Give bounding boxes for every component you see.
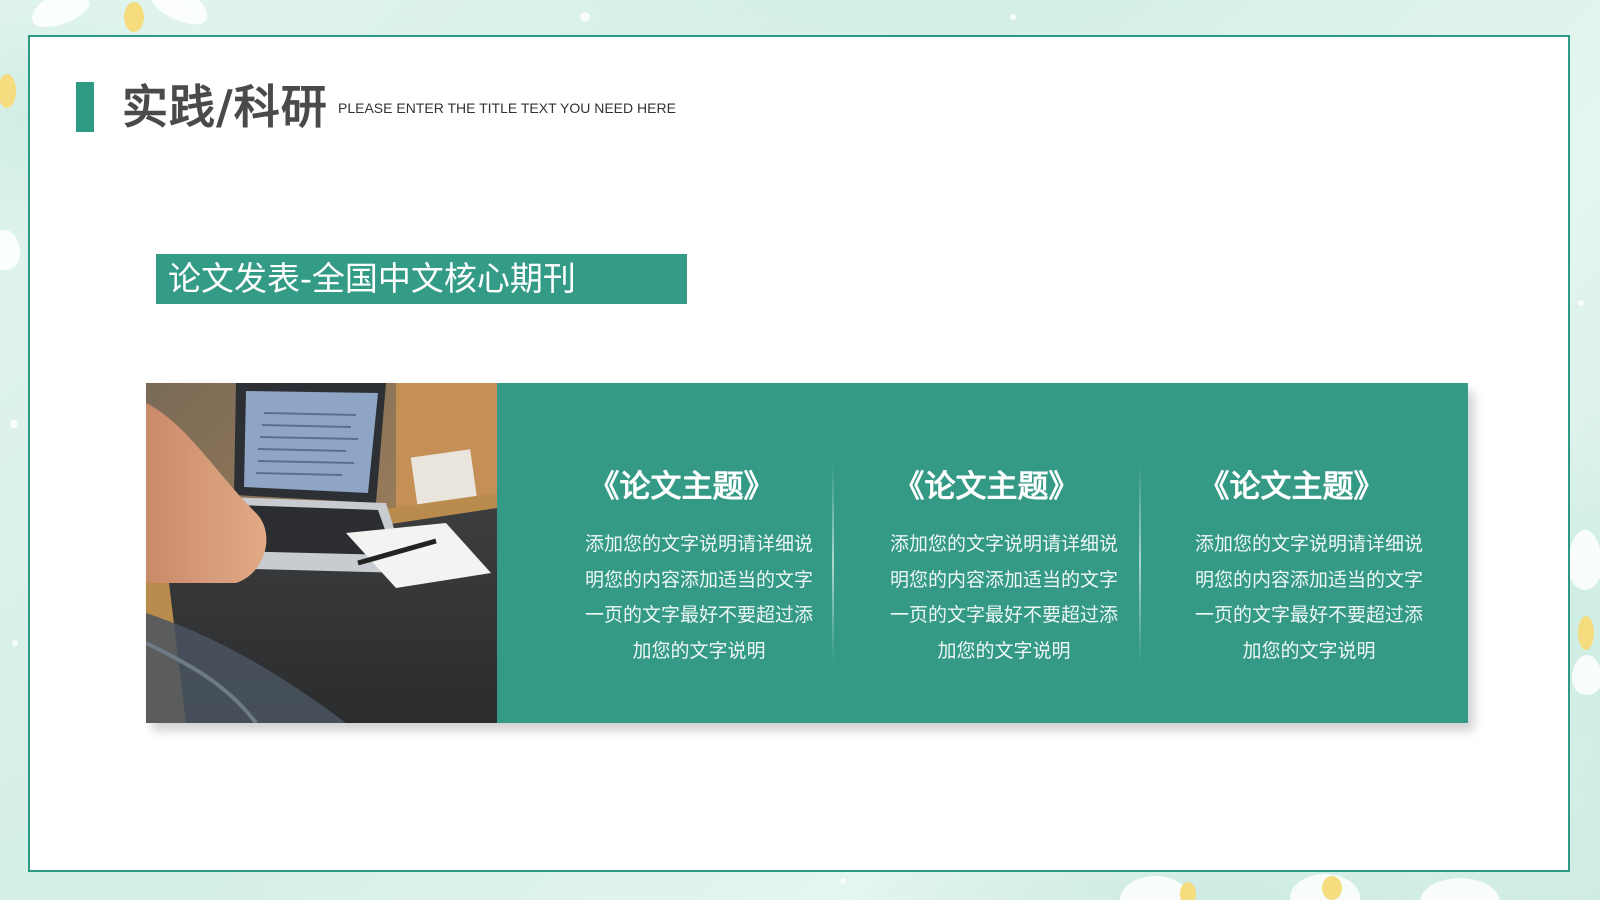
topic-line: 添加您的文字说明请详细说 [889,533,1118,555]
topic-description: 添加您的文字说明请详细说 明您的内容添加适当的文字 一页的文字最好不要超过添 加… [579,527,819,669]
topic-line: 添加您的文字说明请详细说 [584,533,813,555]
topic-title: 《论文主题》 [1198,469,1385,505]
slide-title: 实践/科研 [122,80,328,134]
topic-description: 添加您的文字说明请详细说 明您的内容添加适当的文字 一页的文字最好不要超过添 加… [1189,527,1429,669]
slide-frame: 实践/科研 PLEASE ENTER THE TITLE TEXT YOU NE… [28,35,1570,872]
topic-line: 明您的内容添加适当的文字 [1194,568,1423,591]
topic-description: 添加您的文字说明请详细说 明您的内容添加适当的文字 一页的文字最好不要超过添 加… [884,527,1124,669]
topic-line: 加您的文字说明 [1242,639,1376,662]
topic-title: 《论文主题》 [893,469,1080,505]
flower-decoration-left [0,60,28,280]
topic-line: 明您的内容添加适当的文字 [584,568,813,591]
topic-line: 明您的内容添加适当的文字 [889,568,1118,591]
content-card: 《论文主题》 添加您的文字说明请详细说 明您的内容添加适当的文字 一页的文字最好… [146,383,1468,723]
topics-area: 《论文主题》 添加您的文字说明请详细说 明您的内容添加适当的文字 一页的文字最好… [497,383,1468,723]
section-label: 论文发表-全国中文核心期刊 [156,254,687,304]
topic-line: 一页的文字最好不要超过添 [1194,604,1423,626]
topic-title: 《论文主题》 [588,469,775,505]
topic-line: 添加您的文字说明请详细说 [1194,533,1423,555]
title-accent-bar [76,82,94,132]
flower-decoration-top-left [0,0,214,40]
topic-line: 一页的文字最好不要超过添 [584,604,813,626]
flower-decoration-right [1568,520,1600,700]
flower-decoration-bottom [1100,872,1560,900]
topic-line: 加您的文字说明 [937,639,1071,662]
laptop-desk-photo [146,383,497,723]
slide-subtitle: PLEASE ENTER THE TITLE TEXT YOU NEED HER… [338,100,676,116]
topic-line: 加您的文字说明 [632,639,766,662]
topic-column-3: 《论文主题》 添加您的文字说明请详细说 明您的内容添加适当的文字 一页的文字最好… [1139,383,1444,723]
laptop-desk-illustration [146,383,497,723]
topic-line: 一页的文字最好不要超过添 [889,604,1118,626]
topic-column-1: 《论文主题》 添加您的文字说明请详细说 明您的内容添加适当的文字 一页的文字最好… [529,383,834,723]
topic-column-2: 《论文主题》 添加您的文字说明请详细说 明您的内容添加适当的文字 一页的文字最好… [834,383,1139,723]
